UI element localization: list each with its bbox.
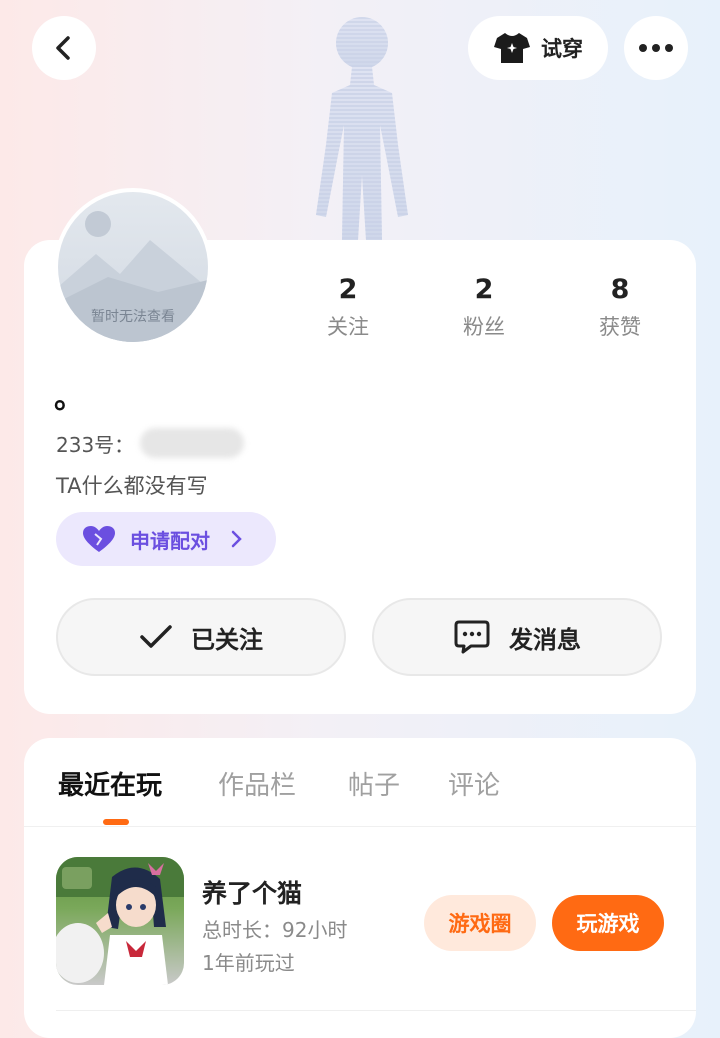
send-message-label: 发消息 [509, 625, 581, 654]
likes-label: 获赞 [599, 315, 641, 339]
tab-comments[interactable]: 评论 [448, 765, 500, 802]
followed-button[interactable]: 已关注 [56, 598, 346, 676]
user-id-row: 233号： [56, 428, 245, 458]
heart-icon [83, 526, 115, 552]
back-button[interactable] [32, 16, 96, 80]
game-last-played: 1年前玩过 [202, 951, 295, 975]
following-label: 关注 [327, 315, 369, 339]
username: 。 [54, 381, 84, 416]
chevron-right-icon [231, 530, 242, 548]
pair-request-button[interactable]: 申请配对 [56, 512, 276, 566]
avatar[interactable]: 暂时无法查看 [54, 188, 212, 346]
try-on-label: 试穿 [541, 37, 583, 61]
tab-works[interactable]: 作品栏 [218, 765, 296, 802]
tab-recently-played[interactable]: 最近在玩 [58, 765, 162, 802]
likes-count: 8 [610, 274, 630, 305]
try-on-button[interactable]: 试穿 [468, 16, 608, 80]
following-count: 2 [338, 274, 358, 305]
back-arrow-icon [56, 36, 70, 60]
active-tab-indicator [103, 819, 129, 825]
avatar-placeholder-text: 暂时无法查看 [91, 309, 175, 325]
avatar-figure [316, 17, 408, 240]
stat-following[interactable]: 2 关注 [288, 274, 408, 341]
send-message-button[interactable]: 发消息 [372, 598, 662, 676]
game-circle-button[interactable]: 游戏圈 [424, 895, 536, 951]
stat-fans[interactable]: 2 粉丝 [424, 274, 544, 341]
stat-likes[interactable]: 8 获赞 [560, 274, 680, 341]
user-id-value-blurred[interactable] [140, 428, 245, 458]
bio: TA什么都没有写 [56, 474, 208, 498]
pair-request-label: 申请配对 [130, 528, 210, 553]
fans-label: 粉丝 [463, 315, 505, 339]
row-divider [56, 1010, 696, 1011]
more-dots-icon [639, 44, 673, 52]
check-icon [140, 625, 172, 648]
fans-count: 2 [474, 274, 494, 305]
play-game-button[interactable]: 玩游戏 [552, 895, 664, 951]
tabs-divider [24, 826, 696, 827]
shirt-icon [494, 33, 530, 63]
game-duration: 总时长：92小时 [202, 918, 348, 942]
game-thumbnail-icon [56, 857, 184, 985]
game-icon[interactable] [56, 857, 184, 985]
game-title: 养了个猫 [202, 879, 303, 908]
tab-posts[interactable]: 帖子 [348, 765, 400, 802]
user-id-label: 233号： [56, 432, 135, 457]
chat-bubble-icon [454, 620, 490, 654]
more-button[interactable] [624, 16, 688, 80]
followed-label: 已关注 [191, 625, 263, 654]
